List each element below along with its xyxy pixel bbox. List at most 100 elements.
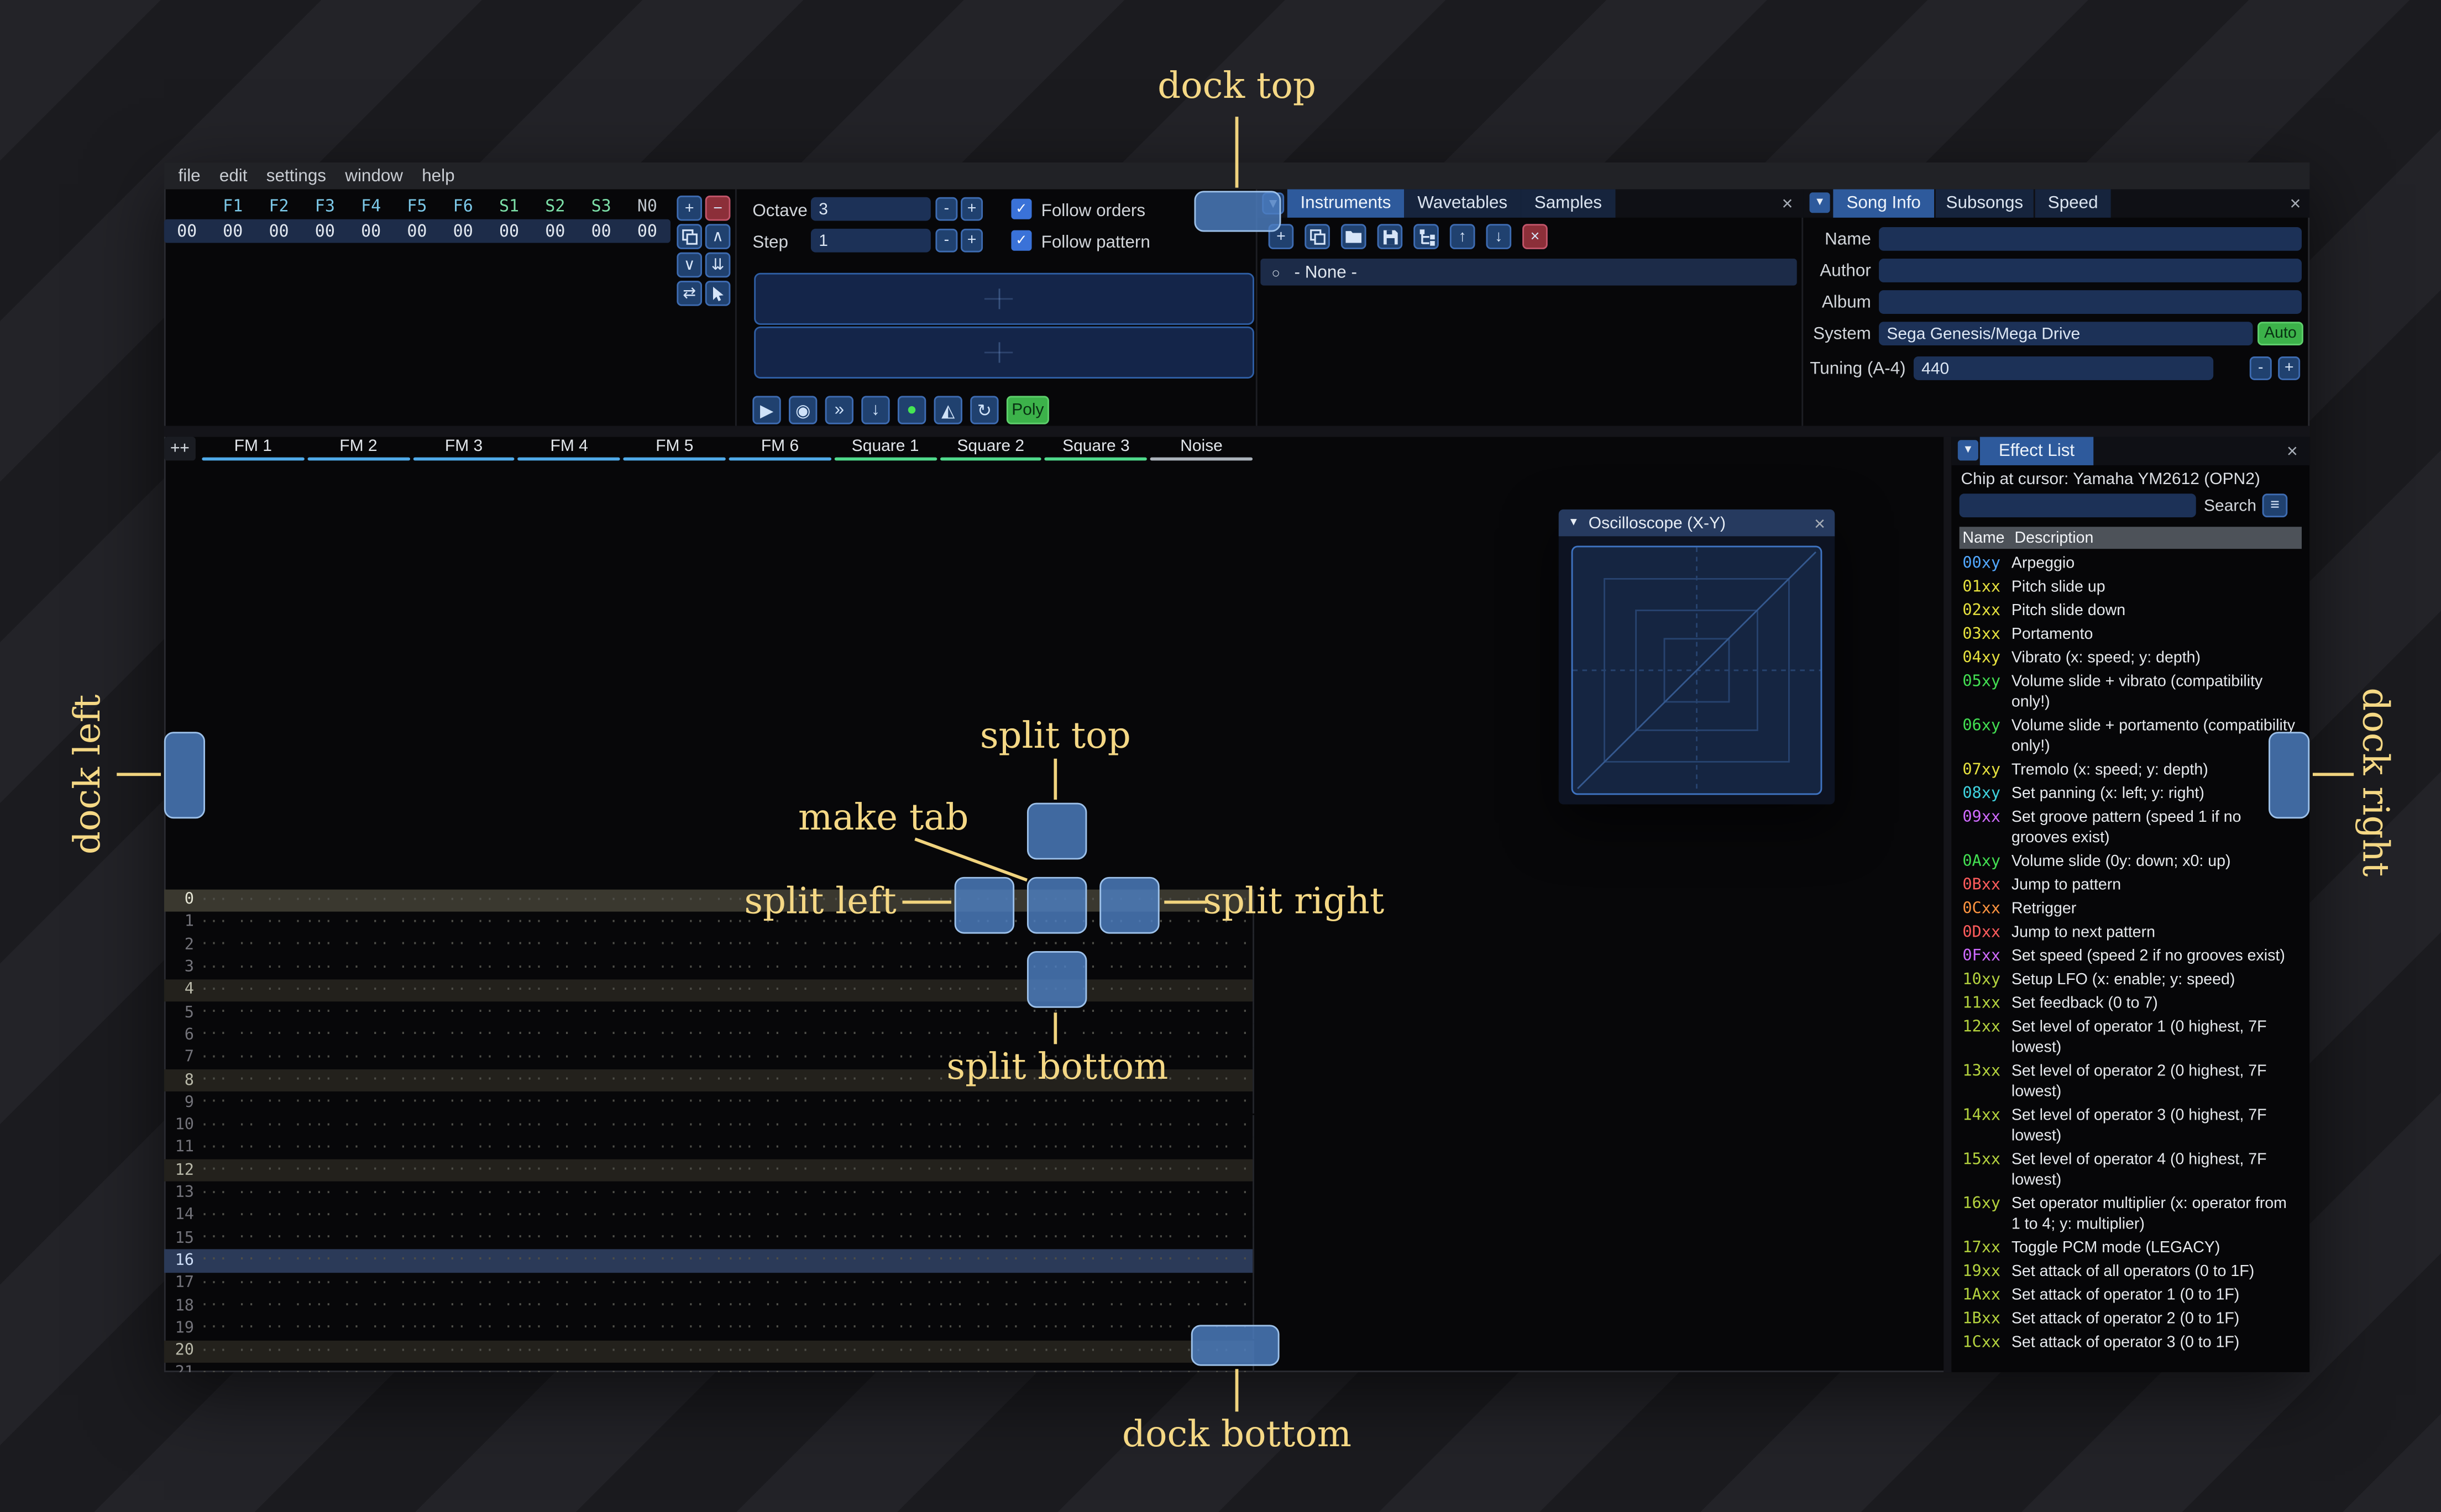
order-cell[interactable]: 00 bbox=[256, 222, 302, 240]
pattern-cell[interactable]: ··· ·· ·· ··· bbox=[1148, 1275, 1253, 1292]
effect-row[interactable]: 0Axy Volume slide (0y: down; x0: up) bbox=[1960, 850, 2302, 874]
vertical-splitter[interactable] bbox=[1944, 437, 1952, 1372]
effect-row[interactable]: 16xy Set operator multiplier (x: operator… bbox=[1960, 1193, 2302, 1237]
pattern-cell[interactable]: ··· ·· ·· ··· bbox=[200, 1117, 305, 1133]
duplicate-order-button[interactable] bbox=[677, 224, 703, 249]
effect-row[interactable]: 0Cxx Retrigger bbox=[1960, 897, 2302, 921]
pattern-cell[interactable]: ··· ·· ·· ··· bbox=[621, 892, 726, 908]
effect-row[interactable]: 1Cxx Set attack of operator 3 (0 to 1F) bbox=[1960, 1331, 2302, 1355]
channel-header[interactable]: Square 3 bbox=[1044, 437, 1149, 461]
effect-search-input[interactable] bbox=[1959, 494, 2196, 518]
tuning-decrease-button[interactable]: - bbox=[2249, 356, 2272, 380]
pattern-cell[interactable]: ··· ·· ·· ··· bbox=[1148, 1231, 1253, 1247]
pattern-cell[interactable]: ··· ·· ·· ··· bbox=[411, 1231, 516, 1247]
pattern-cell[interactable]: ··· ·· ·· ··· bbox=[726, 1095, 831, 1111]
pattern-cell[interactable]: ··· ·· ·· ··· bbox=[200, 1050, 305, 1066]
effect-row[interactable]: 1Axx Set attack of operator 1 (0 to 1F) bbox=[1960, 1284, 2302, 1308]
effect-row[interactable]: 0Bxx Jump to pattern bbox=[1960, 874, 2302, 897]
pattern-cell[interactable]: ··· ·· ·· ··· bbox=[306, 983, 411, 999]
pattern-cell[interactable]: ··· ·· ·· ··· bbox=[726, 1140, 831, 1156]
effect-row[interactable]: 09xx Set groove pattern (speed 1 if no gr… bbox=[1960, 806, 2302, 850]
pattern-cell[interactable]: ··· ·· ·· ··· bbox=[1148, 1185, 1253, 1201]
order-cell[interactable]: 00 bbox=[440, 222, 486, 240]
dock-right-target[interactable] bbox=[2269, 732, 2310, 819]
pattern-cell[interactable]: ··· ·· ·· ··· bbox=[306, 937, 411, 953]
pattern-cell[interactable]: ··· ·· ·· ··· bbox=[306, 1185, 411, 1201]
pattern-cell[interactable]: ··· ·· ·· ··· bbox=[1148, 960, 1253, 976]
order-cell[interactable]: 00 bbox=[210, 222, 256, 240]
pattern-cell[interactable]: ··· ·· ·· ··· bbox=[832, 1027, 937, 1043]
horizontal-splitter[interactable] bbox=[164, 426, 2310, 437]
pattern-cell[interactable]: ··· ·· ·· ··· bbox=[1148, 1140, 1253, 1156]
pattern-cell[interactable]: ··· ·· ·· ··· bbox=[200, 1140, 305, 1156]
pattern-cell[interactable]: ··· ·· ·· ··· bbox=[832, 1298, 937, 1314]
pattern-cell[interactable]: ··· ·· ·· ··· bbox=[621, 1163, 726, 1179]
order-cell[interactable]: 00 bbox=[532, 222, 578, 240]
pattern-cell[interactable]: ··· ·· ·· ··· bbox=[516, 983, 621, 999]
pattern-cell[interactable]: ··· ·· ·· ··· bbox=[1042, 1321, 1147, 1337]
pattern-cell[interactable]: ··· ·· ·· ··· bbox=[411, 1275, 516, 1292]
order-edit-mode-button[interactable] bbox=[705, 281, 731, 306]
collapse-arrow-icon[interactable]: ▼ bbox=[1809, 192, 1830, 213]
collapse-arrow-icon[interactable]: ▼ bbox=[1957, 440, 1978, 461]
follow-orders-checkbox[interactable]: ✓ bbox=[1011, 198, 1032, 219]
pattern-cell[interactable]: ··· ·· ·· ··· bbox=[621, 1027, 726, 1043]
order-cell[interactable]: 00 bbox=[624, 222, 670, 240]
move-order-down-button[interactable]: ∨ bbox=[677, 252, 703, 278]
tuning-increase-button[interactable]: + bbox=[2278, 356, 2301, 380]
pattern-cell[interactable]: ··· ·· ·· ··· bbox=[306, 1163, 411, 1179]
effect-row[interactable]: 03xx Portamento bbox=[1960, 623, 2302, 647]
piano-keyboard-upper[interactable] bbox=[754, 272, 1254, 325]
pattern-cell[interactable]: ··· ·· ·· ··· bbox=[1148, 1163, 1253, 1179]
pattern-cell[interactable]: ··· ·· ·· ··· bbox=[516, 1050, 621, 1066]
pattern-cell[interactable]: ··· ·· ·· ··· bbox=[621, 937, 726, 953]
tab-wavetables[interactable]: Wavetables bbox=[1404, 189, 1521, 218]
order-cell[interactable]: 00 bbox=[302, 222, 348, 240]
effect-row[interactable]: 07xy Tremolo (x: speed; y: depth) bbox=[1960, 759, 2302, 783]
move-order-up-button[interactable]: ∧ bbox=[705, 224, 731, 249]
channel-header[interactable]: FM 1 bbox=[200, 437, 306, 461]
channel-header[interactable]: FM 5 bbox=[622, 437, 727, 461]
pattern-cell[interactable]: ··· ·· ·· ··· bbox=[726, 1073, 831, 1089]
octave-decrease-button[interactable]: - bbox=[935, 197, 958, 221]
pattern-cell[interactable]: ··· ·· ·· ··· bbox=[516, 1321, 621, 1337]
follow-pattern-checkbox[interactable]: ✓ bbox=[1011, 230, 1032, 251]
pattern-cell[interactable]: ··· ·· ·· ··· bbox=[200, 1185, 305, 1201]
effect-row[interactable]: 17xx Toggle PCM mode (LEGACY) bbox=[1960, 1237, 2302, 1261]
pattern-cell[interactable]: ··· ·· ·· ··· bbox=[621, 1298, 726, 1314]
tab-subsongs[interactable]: Subsongs bbox=[1935, 189, 2034, 218]
effect-row[interactable]: 13xx Set level of operator 2 (0 highest, … bbox=[1960, 1060, 2302, 1104]
pattern-cell[interactable]: ··· ·· ·· ··· bbox=[516, 937, 621, 953]
pattern-cell[interactable]: ··· ·· ·· ··· bbox=[306, 1117, 411, 1133]
pattern-cell[interactable]: ··· ·· ·· ··· bbox=[937, 1005, 1042, 1021]
pattern-cell[interactable]: ··· ·· ·· ··· bbox=[1042, 1117, 1147, 1133]
pattern-cell[interactable]: ··· ·· ·· ··· bbox=[411, 1366, 516, 1372]
effect-row[interactable]: 04xy Vibrato (x: speed; y: depth) bbox=[1960, 647, 2302, 670]
add-order-button[interactable]: + bbox=[677, 195, 703, 221]
pattern-cell[interactable]: ··· ·· ·· ··· bbox=[832, 1343, 937, 1359]
pattern-cell[interactable]: ··· ·· ·· ··· bbox=[937, 1275, 1042, 1292]
system-input[interactable]: Sega Genesis/Mega Drive bbox=[1879, 322, 2253, 346]
pattern-cell[interactable]: ··· ·· ·· ··· bbox=[200, 1231, 305, 1247]
expand-channels-button[interactable]: ++ bbox=[164, 437, 196, 461]
pattern-cell[interactable]: ··· ·· ·· ··· bbox=[832, 960, 937, 976]
pattern-cell[interactable]: ··· ·· ·· ··· bbox=[1148, 1117, 1253, 1133]
song-album-input[interactable] bbox=[1879, 290, 2302, 314]
pattern-cell[interactable]: ··· ·· ·· ··· bbox=[516, 1366, 621, 1372]
pattern-cell[interactable]: ··· ·· ·· ··· bbox=[621, 983, 726, 999]
song-author-input[interactable] bbox=[1879, 259, 2302, 282]
pattern-cell[interactable]: ··· ·· ·· ··· bbox=[621, 1253, 726, 1269]
pattern-cell[interactable]: ··· ·· ·· ··· bbox=[1148, 937, 1253, 953]
pattern-cell[interactable]: ··· ·· ·· ··· bbox=[1148, 1027, 1253, 1043]
pattern-cell[interactable]: ··· ·· ·· ··· bbox=[306, 915, 411, 931]
step-increase-button[interactable]: + bbox=[961, 228, 983, 253]
pattern-cell[interactable]: ··· ·· ·· ··· bbox=[621, 1005, 726, 1021]
effect-row[interactable]: 0Fxx Set speed (speed 2 if no grooves exi… bbox=[1960, 945, 2302, 969]
pattern-cell[interactable]: ··· ·· ·· ··· bbox=[832, 1163, 937, 1179]
pattern-cell[interactable]: ··· ·· ·· ··· bbox=[200, 1163, 305, 1179]
pattern-cell[interactable]: ··· ·· ·· ··· bbox=[1042, 1027, 1147, 1043]
tab-samples[interactable]: Samples bbox=[1521, 189, 1616, 218]
channel-header[interactable]: FM 6 bbox=[727, 437, 833, 461]
pattern-cell[interactable]: ··· ·· ·· ··· bbox=[726, 1366, 831, 1372]
effect-row[interactable]: 11xx Set feedback (0 to 7) bbox=[1960, 992, 2302, 1016]
